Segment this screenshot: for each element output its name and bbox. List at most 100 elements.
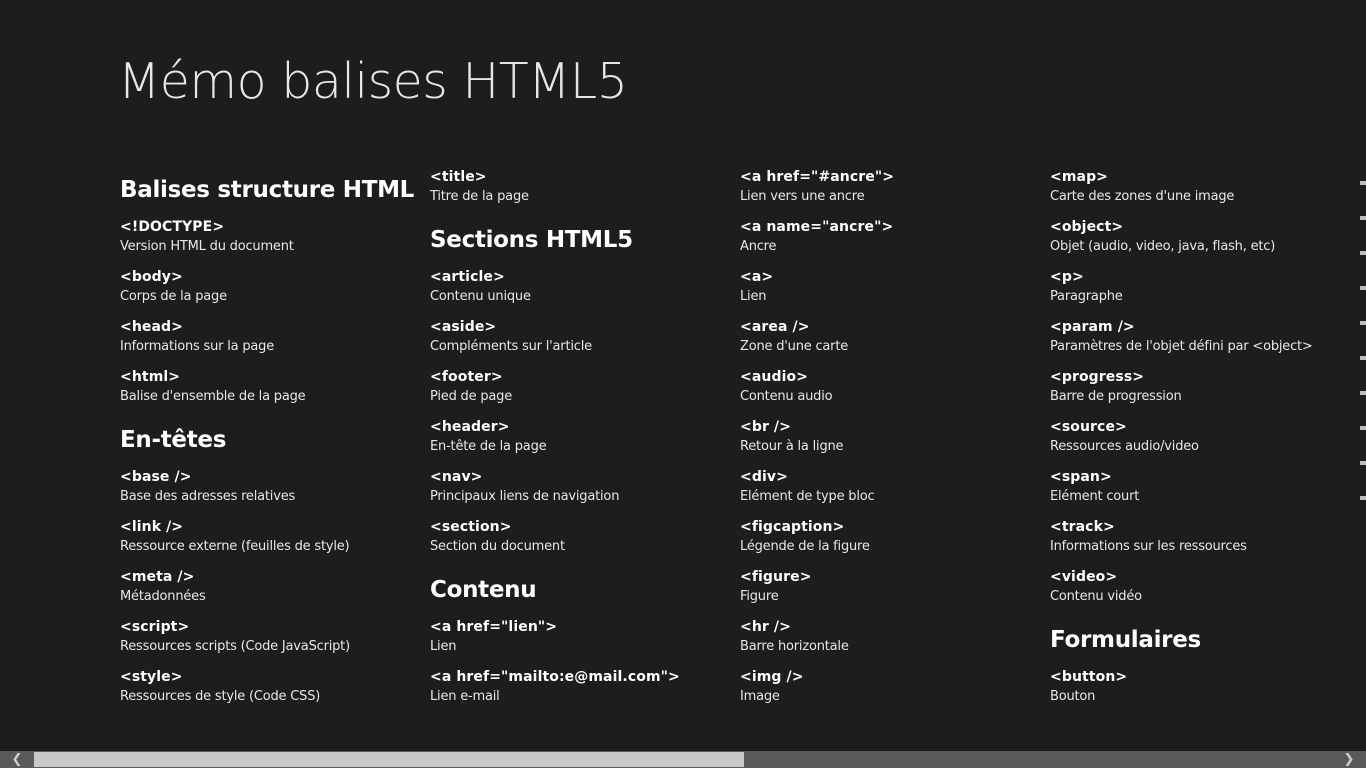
tag-name: <body>: [120, 269, 183, 285]
tag-name: <div>: [740, 469, 788, 485]
tag-name: <a href="lien">: [430, 619, 558, 635]
tag-entry[interactable]: <span> Elément court: [1050, 467, 1350, 517]
section-header: Sections HTML5: [430, 227, 633, 253]
tag-description: Ressources audio/video: [1050, 439, 1199, 454]
tag-description: Objet (audio, video, java, flash, etc): [1050, 239, 1276, 254]
tag-description: Ressources scripts (Code JavaScript): [120, 639, 350, 654]
tag-name: <head>: [120, 319, 183, 335]
tag-description: Barre de progression: [1050, 389, 1182, 404]
tag-name: <a href="#ancre">: [740, 169, 895, 185]
tag-description: Retour à la ligne: [740, 439, 844, 454]
tag-entry[interactable]: <script> Ressources scripts (Code JavaScr…: [120, 617, 420, 667]
offscreen-text-fragment: [1360, 426, 1366, 430]
tag-description: Paragraphe: [1050, 289, 1123, 304]
tag-name: <footer>: [430, 369, 503, 385]
tag-description: Compléments sur l'article: [430, 339, 592, 354]
tag-entry[interactable]: <track> Informations sur les ressources: [1050, 517, 1350, 567]
tag-description: Bouton: [1050, 689, 1096, 704]
tag-entry[interactable]: <section> Section du document: [430, 517, 730, 567]
tag-entry[interactable]: <a name="ancre"> Ancre: [740, 217, 1040, 267]
tag-entry[interactable]: <html> Balise d'ensemble de la page: [120, 367, 420, 417]
scroll-left-arrow-icon[interactable]: ❮: [0, 751, 34, 768]
tag-description: Lien: [740, 289, 767, 304]
tag-entry[interactable]: <nav> Principaux liens de navigation: [430, 467, 730, 517]
scroll-right-arrow-icon[interactable]: ❯: [1332, 751, 1366, 768]
tag-entry[interactable]: <a href="lien"> Lien: [430, 617, 730, 667]
horizontal-scrollbar[interactable]: ❮ ❯: [0, 751, 1366, 768]
tag-entry[interactable]: <title> Titre de la page: [430, 167, 730, 217]
tag-entry[interactable]: <br /> Retour à la ligne: [740, 417, 1040, 467]
tag-name: <html>: [120, 369, 181, 385]
tag-entry[interactable]: <style> Ressources de style (Code CSS): [120, 667, 420, 717]
column-4: <map> Carte des zones d'une image <object>…: [1050, 167, 1350, 717]
column-2: <title> Titre de la page Sections HTML5 <ar…: [430, 167, 730, 717]
tag-name: <span>: [1050, 469, 1112, 485]
tag-entry[interactable]: <hr /> Barre horizontale: [740, 617, 1040, 667]
tag-name: <meta />: [120, 569, 195, 585]
tag-entry[interactable]: <audio> Contenu audio: [740, 367, 1040, 417]
tag-name: <link />: [120, 519, 184, 535]
tag-name: <audio>: [740, 369, 809, 385]
page-title: Mémo balises HTML5: [118, 53, 628, 110]
tag-name: <a name="ancre">: [740, 219, 894, 235]
tag-entry[interactable]: <a href="#ancre"> Lien vers une ancre: [740, 167, 1040, 217]
column-1: Balises structure HTML <!DOCTYPE> Version …: [120, 167, 420, 717]
tag-entry[interactable]: <param /> Paramètres de l'objet défini pa…: [1050, 317, 1350, 367]
offscreen-text-fragment: [1360, 286, 1366, 290]
offscreen-text-fragment: [1360, 251, 1366, 255]
tag-entry[interactable]: <link /> Ressource externe (feuilles de s…: [120, 517, 420, 567]
section-header: En-têtes: [120, 427, 227, 453]
memo-columns[interactable]: Balises structure HTML <!DOCTYPE> Version …: [0, 167, 1366, 727]
tag-entry[interactable]: <!DOCTYPE> Version HTML du document: [120, 217, 420, 267]
tag-entry[interactable]: <header> En-tête de la page: [430, 417, 730, 467]
tag-description: Balise d'ensemble de la page: [120, 389, 306, 404]
tag-name: <a href="mailto:e@mail.com">: [430, 669, 680, 685]
tag-entry[interactable]: <a> Lien: [740, 267, 1040, 317]
column-3: <a href="#ancre"> Lien vers une ancre <a n…: [740, 167, 1040, 717]
tag-description: Elément de type bloc: [740, 489, 875, 504]
tag-description: Lien: [430, 639, 457, 654]
tag-entry[interactable]: <body> Corps de la page: [120, 267, 420, 317]
tag-entry[interactable]: <footer> Pied de page: [430, 367, 730, 417]
tag-entry[interactable]: <img /> Image: [740, 667, 1040, 717]
tag-entry[interactable]: <area /> Zone d'une carte: [740, 317, 1040, 367]
tag-entry[interactable]: <div> Elément de type bloc: [740, 467, 1040, 517]
tag-entry[interactable]: <meta /> Métadonnées: [120, 567, 420, 617]
tag-description: Lien vers une ancre: [740, 189, 865, 204]
tag-entry[interactable]: <object> Objet (audio, video, java, flash…: [1050, 217, 1350, 267]
section-header: Balises structure HTML: [120, 177, 415, 203]
tag-name: <!DOCTYPE>: [120, 219, 225, 235]
tag-description: Lien e-mail: [430, 689, 500, 704]
tag-entry[interactable]: <aside> Compléments sur l'article: [430, 317, 730, 367]
tag-entry[interactable]: <progress> Barre de progression: [1050, 367, 1350, 417]
tag-name: <progress>: [1050, 369, 1145, 385]
tag-name: <img />: [740, 669, 804, 685]
tag-description: Informations sur la page: [120, 339, 275, 354]
tag-description: Figure: [740, 589, 779, 604]
tag-entry[interactable]: <article> Contenu unique: [430, 267, 730, 317]
tag-name: <a>: [740, 269, 774, 285]
tag-entry[interactable]: <figcaption> Légende de la figure: [740, 517, 1040, 567]
tag-description: Informations sur les ressources: [1050, 539, 1247, 554]
tag-name: <header>: [430, 419, 510, 435]
tag-description: Section du document: [430, 539, 565, 554]
tag-description: En-tête de la page: [430, 439, 547, 454]
tag-entry[interactable]: <button> Bouton: [1050, 667, 1350, 717]
tag-name: <button>: [1050, 669, 1128, 685]
offscreen-text-fragment: [1360, 356, 1366, 360]
tag-entry[interactable]: <source> Ressources audio/video: [1050, 417, 1350, 467]
tag-entry[interactable]: <base /> Base des adresses relatives: [120, 467, 420, 517]
tag-entry[interactable]: <figure> Figure: [740, 567, 1040, 617]
tag-entry[interactable]: <video> Contenu vidéo: [1050, 567, 1350, 617]
tag-entry[interactable]: <a href="mailto:e@mail.com"> Lien e-mail: [430, 667, 730, 717]
tag-entry[interactable]: <head> Informations sur la page: [120, 317, 420, 367]
tag-entry[interactable]: <map> Carte des zones d'une image: [1050, 167, 1350, 217]
tag-name: <script>: [120, 619, 190, 635]
tag-description: Image: [740, 689, 780, 704]
tag-entry[interactable]: <p> Paragraphe: [1050, 267, 1350, 317]
tag-description: Ressource externe (feuilles de style): [120, 539, 350, 554]
tag-name: <hr />: [740, 619, 791, 635]
tag-name: <area />: [740, 319, 810, 335]
scrollbar-thumb[interactable]: [34, 752, 744, 767]
tag-description: Elément court: [1050, 489, 1140, 504]
